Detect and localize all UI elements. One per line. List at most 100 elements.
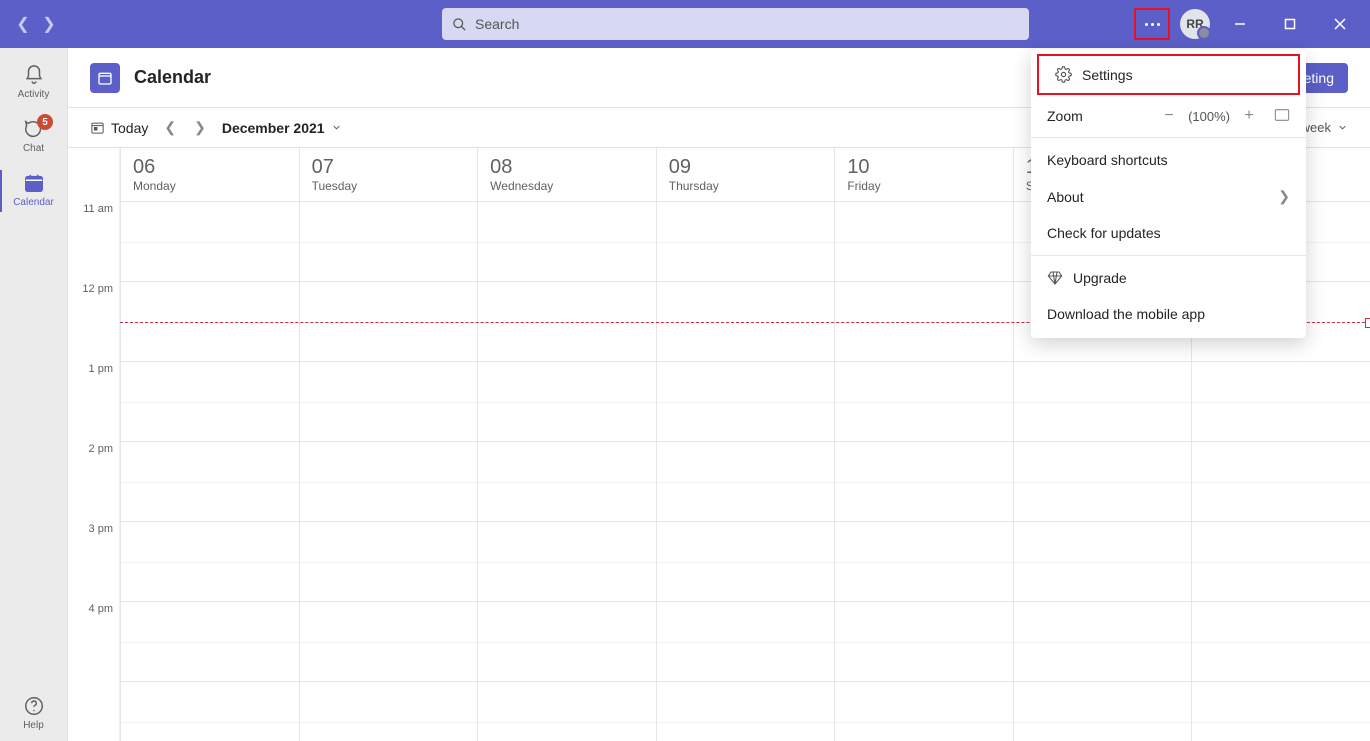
- close-button[interactable]: [1320, 8, 1360, 40]
- time-slot[interactable]: [656, 202, 835, 282]
- time-slot[interactable]: [299, 522, 478, 602]
- day-name: Wednesday: [490, 179, 644, 193]
- rail-label: Activity: [0, 89, 67, 100]
- title-bar: ❮ ❯ RR: [0, 0, 1370, 48]
- side-rail: Activity 5 Chat Calendar Help: [0, 48, 68, 741]
- day-header[interactable]: 08Wednesday: [477, 148, 656, 201]
- time-slot[interactable]: [477, 602, 656, 682]
- page-title: Calendar: [134, 67, 211, 88]
- time-slot[interactable]: [656, 362, 835, 442]
- time-slot[interactable]: [120, 362, 299, 442]
- search-box[interactable]: [442, 8, 1029, 40]
- time-label: 12 pm: [68, 283, 119, 363]
- time-label: 3 pm: [68, 523, 119, 603]
- rail-item-chat[interactable]: 5 Chat: [0, 110, 67, 164]
- menu-label: About: [1047, 189, 1084, 205]
- menu-item-upgrade[interactable]: Upgrade: [1031, 260, 1306, 296]
- more-options-button[interactable]: [1134, 8, 1170, 40]
- time-slot[interactable]: [477, 522, 656, 602]
- time-slot[interactable]: [120, 442, 299, 522]
- time-slot[interactable]: [656, 602, 835, 682]
- time-slot[interactable]: [1013, 682, 1192, 741]
- time-slot[interactable]: [120, 202, 299, 282]
- menu-label: Upgrade: [1073, 270, 1127, 286]
- search-input[interactable]: [475, 16, 1019, 32]
- gear-icon: [1055, 66, 1072, 83]
- time-slot[interactable]: [477, 682, 656, 741]
- day-header[interactable]: 06Monday: [120, 148, 299, 201]
- time-slot[interactable]: [1191, 522, 1370, 602]
- calendar-badge-icon: [90, 63, 120, 93]
- time-label: 4 pm: [68, 603, 119, 683]
- fullscreen-icon[interactable]: [1274, 108, 1290, 125]
- chevron-right-icon: ❯: [1278, 188, 1290, 205]
- time-slot[interactable]: [834, 442, 1013, 522]
- now-marker-icon: [1365, 318, 1370, 328]
- time-slot[interactable]: [477, 202, 656, 282]
- day-name: Friday: [847, 179, 1001, 193]
- time-slot[interactable]: [299, 202, 478, 282]
- chat-badge: 5: [37, 114, 53, 130]
- menu-label: Keyboard shortcuts: [1047, 152, 1168, 168]
- avatar[interactable]: RR: [1180, 9, 1210, 39]
- zoom-out-button[interactable]: −: [1158, 107, 1180, 125]
- time-slot[interactable]: [656, 682, 835, 741]
- time-slot[interactable]: [299, 442, 478, 522]
- time-slot[interactable]: [120, 522, 299, 602]
- menu-zoom-row: Zoom − (100%) +: [1031, 99, 1306, 133]
- menu-item-about[interactable]: About ❯: [1031, 178, 1306, 215]
- time-slot[interactable]: [656, 442, 835, 522]
- time-slot[interactable]: [834, 362, 1013, 442]
- time-slot[interactable]: [299, 602, 478, 682]
- time-slot[interactable]: [299, 362, 478, 442]
- minimize-button[interactable]: [1220, 8, 1260, 40]
- menu-item-settings[interactable]: Settings: [1037, 54, 1300, 95]
- time-slot[interactable]: [834, 682, 1013, 741]
- rail-item-calendar[interactable]: Calendar: [0, 164, 67, 218]
- time-slot[interactable]: [120, 682, 299, 741]
- time-slot[interactable]: [1013, 522, 1192, 602]
- day-header[interactable]: 10Friday: [834, 148, 1013, 201]
- zoom-in-button[interactable]: +: [1238, 107, 1260, 125]
- menu-label: Settings: [1082, 67, 1133, 83]
- day-header[interactable]: 09Thursday: [656, 148, 835, 201]
- prev-period-button[interactable]: ❮: [164, 119, 176, 136]
- zoom-label: Zoom: [1047, 108, 1150, 124]
- menu-label: Check for updates: [1047, 225, 1161, 241]
- search-icon: [452, 17, 467, 32]
- time-slot[interactable]: [120, 602, 299, 682]
- chevron-down-icon: [331, 122, 342, 133]
- time-label: 11 am: [68, 203, 119, 283]
- rail-item-activity[interactable]: Activity: [0, 56, 67, 110]
- time-slot[interactable]: [1191, 602, 1370, 682]
- menu-item-shortcuts[interactable]: Keyboard shortcuts: [1031, 142, 1306, 178]
- time-slot[interactable]: [834, 202, 1013, 282]
- time-slot[interactable]: [1013, 602, 1192, 682]
- today-button[interactable]: Today: [90, 120, 148, 136]
- menu-item-check-updates[interactable]: Check for updates: [1031, 215, 1306, 251]
- time-slot[interactable]: [477, 362, 656, 442]
- rail-item-help[interactable]: Help: [0, 687, 67, 741]
- time-slot[interactable]: [299, 682, 478, 741]
- maximize-button[interactable]: [1270, 8, 1310, 40]
- time-label: 1 pm: [68, 363, 119, 443]
- time-slot[interactable]: [1191, 362, 1370, 442]
- day-header[interactable]: 07Tuesday: [299, 148, 478, 201]
- time-slot[interactable]: [1191, 442, 1370, 522]
- back-button[interactable]: ❮: [14, 14, 32, 34]
- time-slot[interactable]: [1013, 362, 1192, 442]
- calendar-icon: [23, 172, 45, 194]
- time-slot[interactable]: [834, 522, 1013, 602]
- time-slot[interactable]: [656, 522, 835, 602]
- time-slot[interactable]: [1191, 682, 1370, 741]
- next-period-button[interactable]: ❯: [194, 119, 206, 136]
- forward-button[interactable]: ❯: [40, 14, 58, 34]
- day-name: Monday: [133, 179, 287, 193]
- time-slot[interactable]: [1013, 442, 1192, 522]
- month-label[interactable]: December 2021: [222, 120, 342, 136]
- menu-item-download-app[interactable]: Download the mobile app: [1031, 296, 1306, 332]
- rail-label: Help: [0, 720, 67, 731]
- time-slot[interactable]: [834, 602, 1013, 682]
- rail-label: Calendar: [0, 197, 67, 208]
- time-slot[interactable]: [477, 442, 656, 522]
